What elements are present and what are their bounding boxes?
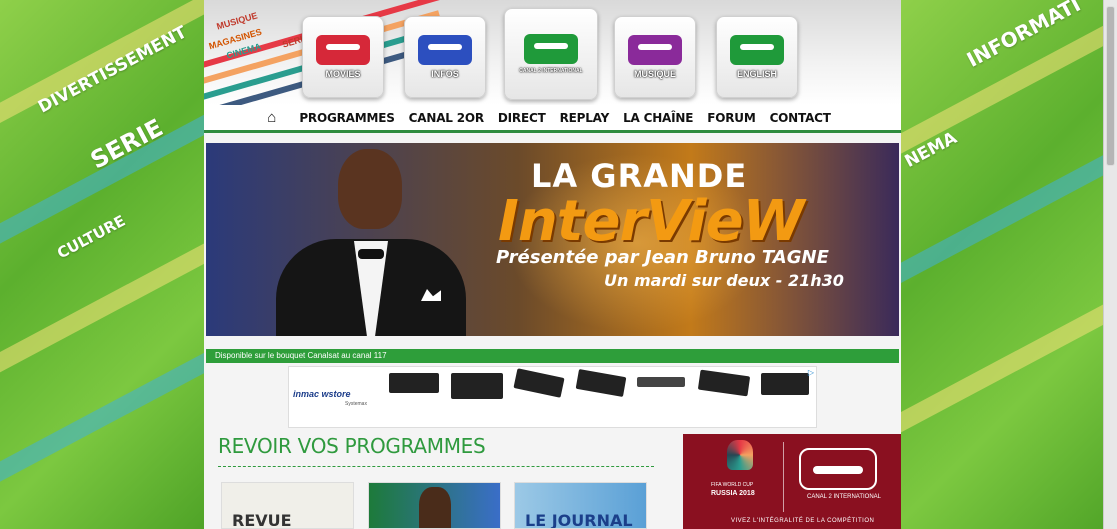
- worldcup-event-small: FIFA WORLD CUP: [711, 482, 754, 488]
- channel-label: MUSIQUE: [633, 69, 676, 79]
- worldcup-emblem-icon: [727, 440, 753, 470]
- side-word: DIVERTISSEMENT: [34, 22, 191, 118]
- channel-label: MOVIES: [325, 69, 361, 79]
- canal2-logo-icon: [730, 35, 784, 65]
- keyboard-image: [761, 373, 809, 395]
- canal2-logo-icon: [418, 35, 472, 65]
- right-side-banner: INFORMATI NEMA: [901, 0, 1117, 529]
- section-divider: [218, 466, 654, 467]
- scrollbar[interactable]: [1103, 0, 1117, 529]
- channel-movies-button[interactable]: MOVIES: [302, 16, 384, 98]
- nav-item-direct[interactable]: DIRECT: [498, 111, 546, 125]
- scrollbar-thumb[interactable]: [1106, 6, 1115, 166]
- ad-brand: inmac wstore: [293, 389, 351, 399]
- canal2-logo-icon: [799, 448, 877, 490]
- canal2-logo-icon: [524, 34, 578, 64]
- banner-caption: Disponible sur le bouquet Canalsat au ca…: [206, 349, 899, 363]
- channel-musique-button[interactable]: MUSIQUE: [614, 16, 696, 98]
- left-side-banner: DIVERTISSEMENT SERIE CULTURE: [0, 0, 204, 529]
- nav-item-la-chaine[interactable]: LA CHAÎNE: [623, 111, 693, 125]
- nav-item-contact[interactable]: CONTACT: [770, 111, 831, 125]
- keyboard-image: [697, 369, 751, 397]
- decor-stripe: [0, 336, 204, 522]
- section-title: REVOIR VOS PROGRAMMES: [218, 434, 486, 458]
- nav-item-canal-2or[interactable]: CANAL 2OR: [409, 111, 484, 125]
- channel-english-button[interactable]: ENGLISH: [716, 16, 798, 98]
- canal2-logo-icon: [628, 35, 682, 65]
- banner-title-line2: InterVieW: [498, 189, 804, 254]
- keyboard-image: [513, 368, 565, 398]
- worldcup-event: RUSSIA 2018: [711, 490, 755, 497]
- keyboard-image: [451, 373, 503, 399]
- program-thumbnail[interactable]: REVUE: [221, 482, 354, 529]
- presenter-image: [276, 149, 466, 336]
- nav-item-replay[interactable]: REPLAY: [560, 111, 610, 125]
- channel-international-button[interactable]: CANAL 2 INTERNATIONAL: [504, 8, 598, 100]
- nav-item-programmes[interactable]: PROGRAMMES: [299, 111, 395, 125]
- side-word: CULTURE: [54, 211, 129, 263]
- main-nav: ⌂ PROGRAMMES CANAL 2OR DIRECT REPLAY LA …: [204, 105, 901, 133]
- banner-schedule: Un mardi sur deux - 21h30: [604, 271, 844, 290]
- program-thumbnail[interactable]: [368, 482, 501, 529]
- channel-infos-button[interactable]: INFOS: [404, 16, 486, 98]
- banner-presenter: Présentée par Jean Bruno TAGNE: [496, 247, 829, 268]
- promo-divider: [783, 442, 784, 512]
- worldcup-channel: CANAL 2 INTERNATIONAL: [807, 494, 882, 500]
- keyboard-image: [637, 377, 685, 387]
- canal2-logo-icon: [316, 35, 370, 65]
- keyboard-image: [575, 368, 627, 398]
- ad-brand-sub: Systemax: [345, 401, 367, 407]
- channel-label: ENGLISH: [736, 69, 777, 79]
- main-column: MUSIQUE MAGASINES CINEMA SERIE MOVIES IN…: [204, 0, 901, 529]
- advertisement-banner[interactable]: inmac wstore Systemax ▷: [288, 366, 817, 428]
- replay-section: REVOIR VOS PROGRAMMES: [218, 434, 654, 467]
- adchoices-icon[interactable]: ▷: [808, 368, 814, 377]
- channel-label: CANAL 2 INTERNATIONAL: [519, 68, 583, 74]
- hero-banner[interactable]: LA GRANDE InterVieW Présentée par Jean B…: [206, 143, 899, 336]
- thumbnail-title: REVUE: [232, 511, 292, 529]
- decor-stripe: [901, 276, 1117, 462]
- channel-label: INFOS: [431, 69, 459, 79]
- home-icon[interactable]: ⌂: [267, 109, 276, 126]
- worldcup-tagline: VIVEZ L'INTÉGRALITÉ DE LA COMPÉTITION: [731, 518, 875, 524]
- program-thumbnail[interactable]: LE JOURNAL: [514, 482, 647, 529]
- worldcup-promo[interactable]: FIFA WORLD CUP RUSSIA 2018 CANAL 2 INTER…: [683, 434, 901, 529]
- thumbnail-title: LE JOURNAL: [525, 511, 633, 529]
- keyboard-image: [389, 373, 439, 393]
- thumbnail-person: [419, 487, 451, 528]
- site-header: MUSIQUE MAGASINES CINEMA SERIE MOVIES IN…: [204, 0, 901, 105]
- nav-item-forum[interactable]: FORUM: [707, 111, 756, 125]
